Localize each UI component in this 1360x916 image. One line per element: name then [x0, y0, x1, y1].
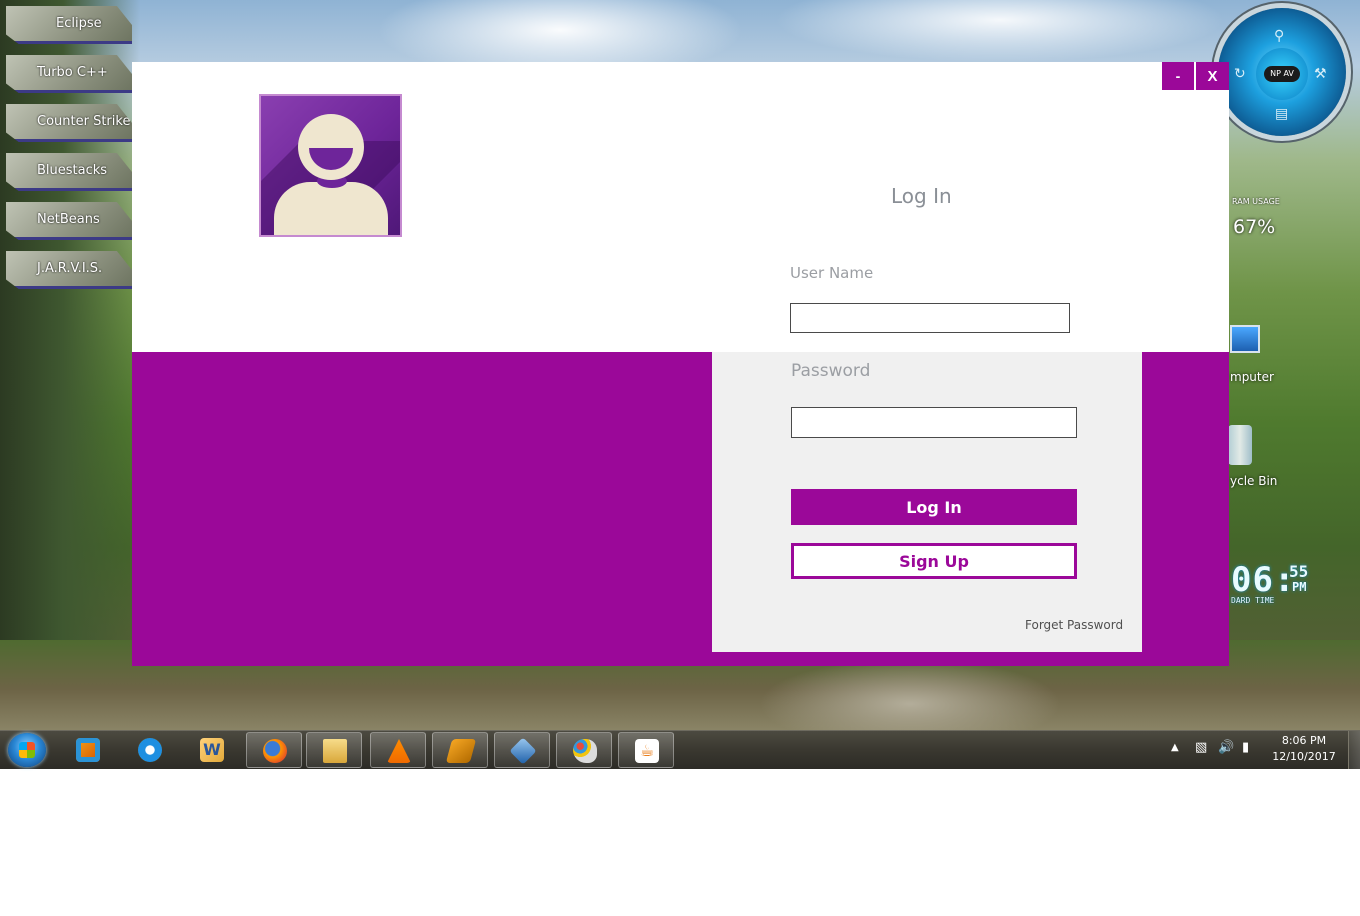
tile-bluestacks[interactable]: Bluestacks	[6, 153, 132, 191]
search-icon[interactable]: ⚲	[1274, 28, 1284, 44]
volume-icon[interactable]: 🔊	[1218, 740, 1234, 756]
login-form-panel: Password Log In Sign Up Forget Password	[712, 352, 1142, 652]
taskbar-virtualbox[interactable]	[494, 732, 550, 768]
signup-button[interactable]: Sign Up	[791, 543, 1077, 579]
username-input[interactable]	[790, 303, 1070, 333]
tile-netbeans[interactable]: NetBeans	[6, 202, 132, 240]
paint-icon	[573, 739, 597, 763]
taskbar-word[interactable]: W	[184, 732, 240, 768]
tile-label: Eclipse	[56, 16, 102, 31]
tray-clock[interactable]: 8:06 PM 12/10/2017	[1268, 733, 1340, 765]
username-label: User Name	[790, 264, 874, 282]
folder-icon	[323, 739, 347, 763]
tray-date: 12/10/2017	[1272, 750, 1336, 763]
tile-jarvis[interactable]: J.A.R.V.I.S.	[6, 251, 132, 289]
recycle-bin-icon[interactable]	[1228, 425, 1252, 465]
clock-seconds: 55	[1289, 562, 1309, 581]
taskbar-media-player[interactable]	[60, 732, 116, 768]
tile-label: NetBeans	[37, 212, 100, 227]
close-button[interactable]: X	[1195, 62, 1229, 90]
taskbar-winamp[interactable]	[432, 732, 488, 768]
vlc-icon	[387, 739, 411, 763]
recycle-bin-label[interactable]: ycle Bin	[1230, 474, 1277, 488]
tile-label: J.A.R.V.I.S.	[37, 261, 103, 276]
antivirus-gadget[interactable]: ⚲ ↻ ⚒ ▤ NP AV	[1218, 8, 1346, 136]
taskbar-paint[interactable]	[556, 732, 612, 768]
tile-label: Bluestacks	[37, 163, 108, 178]
clock-ampm: PM	[1292, 580, 1307, 594]
password-label: Password	[791, 361, 871, 381]
tile-turbo-cpp[interactable]: Turbo C++	[6, 55, 132, 93]
taskbar-java[interactable]: ☕	[618, 732, 674, 768]
computer-icon[interactable]	[1230, 325, 1260, 353]
ram-usage-value: 67%	[1233, 216, 1276, 238]
taskbar-firefox[interactable]	[246, 732, 302, 768]
tile-label: Counter Strike	[37, 114, 131, 129]
clock-caption: DARD TIME	[1231, 596, 1275, 605]
clock-gadget: 06: 55 PM DARD TIME	[1231, 560, 1308, 605]
battery-icon[interactable]: ▮	[1242, 740, 1256, 756]
computer-icon-label[interactable]: mputer	[1230, 370, 1274, 384]
ie-icon	[138, 738, 162, 762]
taskbar-vlc[interactable]	[370, 732, 426, 768]
tile-label: Turbo C++	[37, 65, 108, 80]
user-avatar-icon	[259, 94, 402, 237]
document-icon[interactable]: ▤	[1275, 106, 1288, 122]
password-input[interactable]	[791, 407, 1077, 438]
taskbar-explorer[interactable]	[306, 732, 362, 768]
tile-eclipse[interactable]: Eclipse	[6, 6, 132, 44]
virtualbox-icon	[509, 737, 537, 765]
tile-counter-strike[interactable]: Counter Strike	[6, 104, 132, 142]
login-button[interactable]: Log In	[791, 489, 1077, 525]
tray-time: 8:06 PM	[1281, 734, 1327, 747]
windows-logo-icon	[19, 742, 35, 758]
login-title: Log In	[891, 184, 952, 208]
tray-expand-icon[interactable]: ▲	[1171, 742, 1179, 753]
firefox-icon	[263, 739, 287, 763]
wrench-icon[interactable]: ⚒	[1314, 66, 1327, 82]
word-icon: W	[200, 738, 224, 762]
ram-usage-label: RAM USAGE	[1232, 197, 1280, 206]
login-window: - X Log In User Name Password Log In Sig…	[132, 62, 1229, 666]
winamp-icon	[445, 739, 477, 763]
java-icon: ☕	[635, 739, 659, 763]
antivirus-badge: NP AV	[1264, 66, 1300, 82]
refresh-icon[interactable]: ↻	[1234, 66, 1246, 82]
media-player-icon	[76, 738, 100, 762]
taskbar: W ☕ ▲ ▧ 🔊 ▮ 8:06 PM 12/10/2017	[0, 730, 1360, 769]
minimize-button[interactable]: -	[1162, 62, 1194, 90]
taskbar-internet-explorer[interactable]	[122, 732, 178, 768]
network-icon[interactable]: ▧	[1195, 740, 1209, 756]
forgot-password-link[interactable]: Forget Password	[1025, 618, 1123, 632]
clock-hours-minutes: 06:	[1231, 560, 1296, 600]
start-button[interactable]	[8, 733, 46, 767]
show-desktop-button[interactable]	[1348, 731, 1360, 769]
